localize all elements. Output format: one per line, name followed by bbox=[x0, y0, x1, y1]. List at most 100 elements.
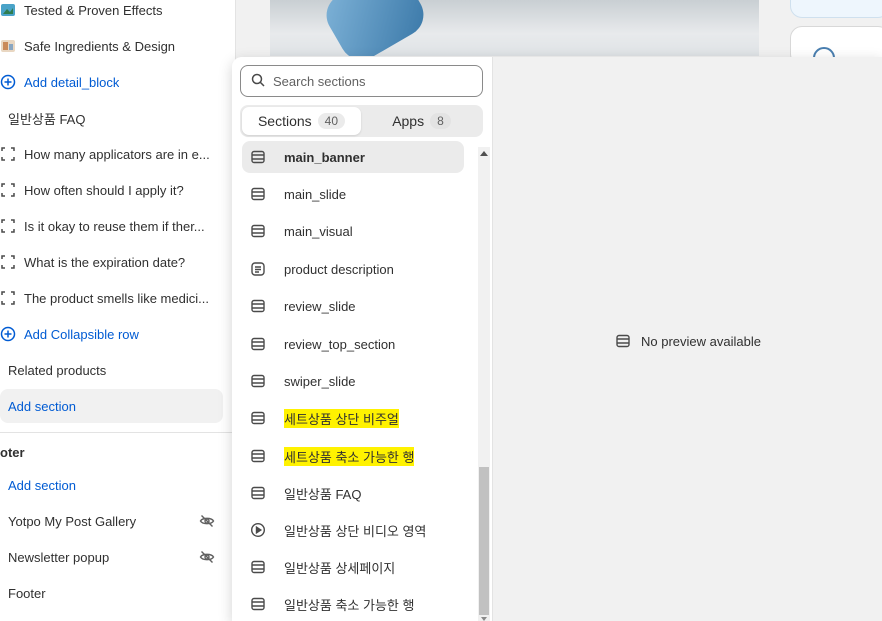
preview-card bbox=[790, 0, 882, 18]
section-option[interactable]: 세트상품 축소 가능한 행 bbox=[242, 440, 464, 472]
section-option-label: 일반상품 상단 비디오 영역 bbox=[284, 523, 427, 539]
eye-slash-icon[interactable] bbox=[199, 549, 215, 565]
sidebar-item-label: Add Collapsible row bbox=[24, 326, 139, 342]
add-section-button[interactable]: Add section bbox=[0, 389, 223, 423]
section-option-label: 일반상품 상세페이지 bbox=[284, 560, 396, 576]
sidebar-item-label: Safe Ingredients & Design bbox=[24, 38, 176, 54]
sidebar-item-faq-block[interactable]: Is it okay to reuse them if ther... bbox=[0, 209, 228, 243]
section-icon bbox=[250, 223, 266, 239]
eye-slash-icon[interactable] bbox=[199, 513, 215, 529]
search-field[interactable] bbox=[240, 65, 483, 97]
sidebar-item-label: What is the expiration date? bbox=[24, 254, 186, 270]
plus-circle-icon bbox=[0, 74, 16, 90]
section-option-label: 일반상품 FAQ bbox=[284, 486, 362, 502]
image-icon bbox=[0, 2, 16, 18]
section-list: main_banner main_slide main_visual produ… bbox=[232, 141, 480, 621]
count-badge: 8 bbox=[430, 113, 451, 129]
section-option[interactable]: main_banner bbox=[242, 141, 464, 173]
section-icon bbox=[250, 186, 266, 202]
block-icon bbox=[0, 146, 16, 162]
section-icon bbox=[250, 559, 266, 575]
sidebar-item-related-products[interactable]: Related products bbox=[8, 353, 236, 387]
section-preview-pane: No preview available bbox=[492, 57, 882, 621]
sidebar-item-label: Footer bbox=[8, 585, 46, 601]
scroll-down-arrow-icon[interactable] bbox=[481, 617, 487, 621]
section-icon bbox=[250, 336, 266, 352]
sidebar-item-label: Add detail_block bbox=[24, 74, 120, 90]
no-preview-message: No preview available bbox=[615, 333, 761, 349]
section-option-label: main_banner bbox=[284, 149, 365, 165]
sidebar-item-faq-block[interactable]: What is the expiration date? bbox=[0, 245, 228, 279]
sidebar-item-label: How often should I apply it? bbox=[24, 182, 184, 198]
sidebar-divider bbox=[0, 432, 236, 433]
section-option[interactable]: main_visual bbox=[242, 215, 464, 247]
tab-label: Sections bbox=[257, 113, 312, 129]
sidebar-item-label: Newsletter popup bbox=[8, 549, 110, 565]
section-option-label: 일반상품 축소 가능한 행 bbox=[284, 597, 415, 613]
editor-sidebar: Tested & Proven Effects Safe Ingredients… bbox=[0, 0, 236, 621]
block-icon bbox=[0, 290, 16, 306]
scroll-up-arrow-icon[interactable] bbox=[480, 151, 488, 156]
section-list-pane: Sections 40 Apps 8 main_banner main_slid… bbox=[232, 57, 492, 621]
section-option[interactable]: main_slide bbox=[242, 178, 464, 210]
sidebar-item-label: How many applicators are in e... bbox=[24, 146, 210, 162]
search-icon bbox=[251, 73, 265, 90]
section-option[interactable]: 일반상품 축소 가능한 행 bbox=[242, 588, 464, 620]
section-icon bbox=[250, 410, 266, 426]
section-option-label: main_visual bbox=[284, 223, 353, 239]
sidebar-item-footer[interactable]: Footer bbox=[8, 576, 236, 610]
tab-label: Apps bbox=[392, 113, 425, 129]
section-option-label: swiper_slide bbox=[284, 373, 356, 389]
sidebar-item-faq-block[interactable]: The product smells like medici... bbox=[0, 281, 228, 315]
section-option[interactable]: swiper_slide bbox=[242, 365, 464, 397]
image-icon bbox=[0, 38, 16, 54]
no-preview-text: No preview available bbox=[641, 333, 761, 349]
section-option-label: product description bbox=[284, 261, 394, 277]
block-icon bbox=[0, 254, 16, 270]
section-icon bbox=[250, 298, 266, 314]
section-option[interactable]: 세트상품 상단 비주얼 bbox=[242, 402, 464, 434]
sidebar-item-label: Yotpo My Post Gallery bbox=[8, 513, 137, 529]
plus-circle-icon bbox=[0, 326, 16, 342]
sidebar-item-safe-ingredients[interactable]: Safe Ingredients & Design bbox=[0, 29, 228, 63]
section-option-label: review_slide bbox=[284, 298, 356, 314]
sidebar-item-label: 일반상품 FAQ bbox=[8, 111, 86, 127]
sidebar-item-faq-block[interactable]: How many applicators are in e... bbox=[0, 137, 228, 171]
sidebar-item-label: The product smells like medici... bbox=[24, 290, 209, 306]
tab-sections[interactable]: Sections 40 bbox=[242, 107, 361, 135]
text-block-icon bbox=[250, 261, 266, 277]
section-icon bbox=[250, 596, 266, 612]
section-list-scrollbar[interactable] bbox=[478, 147, 490, 621]
block-icon bbox=[0, 182, 16, 198]
add-collapsible-row-button[interactable]: Add Collapsible row bbox=[0, 317, 228, 351]
sidebar-item-label: Is it okay to reuse them if ther... bbox=[24, 218, 205, 234]
scrollbar-thumb[interactable] bbox=[479, 467, 489, 615]
section-option[interactable]: 일반상품 상단 비디오 영역 bbox=[242, 514, 464, 546]
section-option[interactable]: 일반상품 상세페이지 bbox=[242, 551, 464, 583]
play-circle-icon bbox=[250, 522, 266, 538]
sidebar-item-tested-proven-effects[interactable]: Tested & Proven Effects bbox=[0, 0, 228, 27]
footer-group-heading: oter bbox=[0, 445, 25, 460]
sidebar-item-faq-block[interactable]: How often should I apply it? bbox=[0, 173, 228, 207]
sidebar-item-faq-section[interactable]: 일반상품 FAQ bbox=[8, 101, 236, 135]
section-option[interactable]: review_slide bbox=[242, 290, 464, 322]
section-option[interactable]: 일반상품 FAQ bbox=[242, 477, 464, 509]
search-input[interactable] bbox=[273, 73, 463, 89]
add-section-popover: Sections 40 Apps 8 main_banner main_slid… bbox=[232, 57, 882, 621]
section-tabs: Sections 40 Apps 8 bbox=[240, 105, 483, 137]
add-detail-block-button[interactable]: Add detail_block bbox=[0, 65, 228, 99]
section-icon bbox=[615, 333, 631, 349]
section-option-label: main_slide bbox=[284, 186, 347, 202]
section-icon bbox=[250, 373, 266, 389]
section-icon bbox=[250, 485, 266, 501]
section-option[interactable]: product description bbox=[242, 253, 464, 285]
section-option-label: review_top_section bbox=[284, 336, 396, 352]
tab-apps[interactable]: Apps 8 bbox=[362, 107, 481, 135]
sidebar-item-label: Tested & Proven Effects bbox=[24, 2, 163, 18]
section-option[interactable]: review_top_section bbox=[242, 328, 464, 360]
add-footer-section-button[interactable]: Add section bbox=[8, 468, 236, 502]
section-option-label: 세트상품 축소 가능한 행 bbox=[284, 446, 415, 466]
count-badge: 40 bbox=[317, 113, 346, 129]
product-hero-image bbox=[270, 0, 759, 56]
block-icon bbox=[0, 218, 16, 234]
